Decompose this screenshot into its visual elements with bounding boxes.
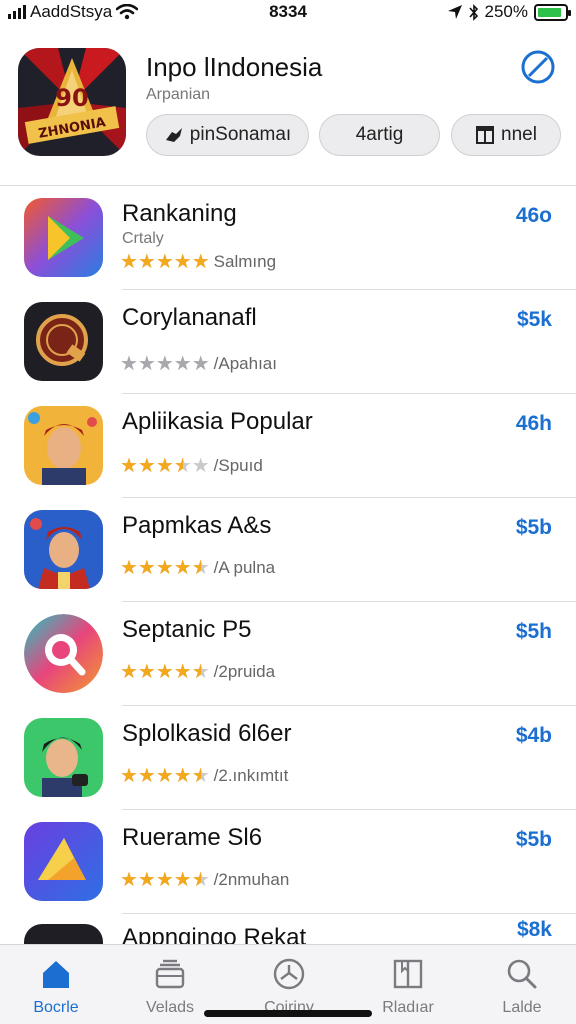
list-item[interactable]: Corylananafl ★★★★★ ★★★★★ /Apahıaı $5k (0, 290, 576, 394)
app-name: Rankaning (122, 200, 237, 227)
carrier-name: AaddStsya (30, 2, 113, 21)
app-name: Ruerame Sl6 (122, 824, 263, 851)
rating: ★★★★★ ★★★★★ Salmıng (120, 252, 276, 272)
app-price[interactable]: 46h (516, 412, 552, 436)
home-indicator[interactable] (204, 1010, 372, 1017)
rating: ★★★★★★★★★★ /2.ınkımtıt (120, 766, 288, 786)
battery-icon (534, 3, 571, 21)
status-right: 250% (447, 2, 571, 22)
rating-label: /Apahıaı (213, 354, 277, 373)
app-icon-art: 90 ZHNONIA (18, 48, 126, 156)
star-rating: ★★★★★★★★★★ (120, 869, 210, 891)
block-icon[interactable] (520, 49, 556, 85)
chip-3-label: nnel (501, 124, 537, 145)
status-left: AaddStsya (8, 2, 139, 22)
hand-icon (165, 128, 182, 142)
rating: ★★★★★★★★★★ /2pruida (120, 662, 275, 682)
coin-badge-icon (24, 302, 103, 381)
warrior-portrait-icon (24, 510, 103, 589)
app-icon-number: 90 (55, 84, 88, 112)
star-rating: ★★★★★★★★★★ (120, 557, 210, 579)
battery-level (538, 7, 562, 17)
tab-stack[interactable]: Velads (130, 957, 210, 1017)
tab-book[interactable]: Rladıar (368, 957, 448, 1017)
app-name: Septanic P5 (122, 616, 252, 643)
location-arrow-icon (447, 5, 462, 19)
list-item[interactable]: Apliikasia Popular ★★★★★★★★★★ /Spuıd 46h (0, 394, 576, 498)
app-price[interactable]: $5h (516, 620, 552, 644)
app-price[interactable]: $5b (516, 828, 552, 852)
book-icon (476, 126, 495, 144)
home-icon (43, 961, 69, 988)
chip-3[interactable]: nnel (451, 114, 561, 156)
search-icon (507, 959, 537, 989)
app-price[interactable]: $5k (517, 308, 552, 332)
app-subtitle: Arpanian (146, 86, 211, 103)
app-price[interactable]: $4b (516, 724, 552, 748)
partial-app-icon (24, 924, 103, 944)
list-item[interactable]: Papmkas A&s ★★★★★★★★★★ /A pulna $5b (0, 498, 576, 602)
list-item[interactable]: Rankaning Crtaly ★★★★★ ★★★★★ Salmıng 46o (0, 186, 576, 290)
app-price[interactable]: $5b (516, 516, 552, 540)
star-rating: ★★★★★★★★★★ (120, 765, 210, 787)
chip-1-label: pinSonamaı (189, 124, 292, 145)
star-rating: ★★★★★★★★★★ (120, 353, 210, 375)
star-rating: ★★★★★★★★★★ (120, 455, 210, 477)
app-name: Corylananafl (122, 304, 257, 331)
tab-book-label: Rladıar (382, 999, 434, 1016)
bluetooth-icon (468, 3, 478, 21)
star-rating: ★★★★★★★★★★ (120, 661, 210, 683)
rating-label: /Spuıd (213, 456, 263, 475)
signal-icon (8, 5, 26, 19)
tab-home[interactable]: Bocrle (16, 957, 96, 1017)
battery-percent: 250% (484, 2, 528, 21)
stack-icon (155, 959, 185, 989)
tab-search[interactable]: Lalde (482, 957, 562, 1017)
app-title: Inpo lIndonesia (146, 52, 323, 82)
play-icon (24, 198, 103, 277)
wifi-icon (116, 4, 139, 20)
app-icon[interactable]: 90 ZHNONIA (18, 48, 126, 156)
compass-icon (273, 958, 305, 990)
list-item[interactable]: Septanic P5 ★★★★★★★★★★ /2pruida $5h (0, 602, 576, 706)
man-portrait-icon (24, 406, 103, 485)
chip-2-label: 4artig (355, 124, 404, 145)
rating-label: /A pulna (213, 558, 276, 577)
search-app-icon (24, 614, 103, 693)
app-name: Splolkasid 6l6er (122, 720, 292, 747)
rating-label: /2.ınkımtıt (213, 766, 289, 785)
list-item[interactable]: Splolkasid 6l6er ★★★★★★★★★★ /2.ınkımtıt … (0, 706, 576, 810)
rating-label: Salmıng (213, 252, 277, 271)
app-name: Apliikasia Popular (122, 408, 313, 435)
tab-search-label: Lalde (502, 999, 542, 1016)
tab-compass[interactable]: Coiriny (249, 957, 329, 1017)
tab-stack-label: Velads (145, 999, 195, 1016)
app-name: Appngingo Rekat (122, 924, 307, 944)
app-category: Crtaly (122, 230, 164, 247)
rating: ★★★★★★★★★★ /Spuıd (120, 456, 263, 476)
rating-label: /2pruida (213, 662, 276, 681)
rating: ★★★★★ ★★★★★ /Apahıaı (120, 354, 277, 374)
chip-2[interactable]: 4artig (319, 114, 440, 156)
list-item[interactable]: Appngingo Rekat $8k (0, 912, 576, 944)
book-icon (393, 959, 423, 989)
list-item[interactable]: Ruerame Sl6 ★★★★★★★★★★ /2nmuhan $5b (0, 810, 576, 914)
triangle-app-icon (24, 822, 103, 901)
app-name: Papmkas A&s (122, 512, 272, 539)
rating: ★★★★★★★★★★ /2nmuhan (120, 870, 289, 890)
app-price[interactable]: $8k (517, 918, 552, 942)
star-rating: ★★★★★★★★★★ (120, 251, 210, 273)
rating-label: /2nmuhan (213, 870, 290, 889)
rating: ★★★★★★★★★★ /A pulna (120, 558, 275, 578)
app-header: 90 ZHNONIA Inpo lIndonesia Arpanian pinS… (0, 40, 576, 186)
status-bar: AaddStsya 8334 250% (0, 0, 576, 24)
chip-1[interactable]: pinSonamaı (146, 114, 309, 156)
tab-home-label: Bocrle (33, 999, 79, 1016)
app-price[interactable]: 46o (516, 204, 552, 228)
boy-portrait-icon (24, 718, 103, 797)
